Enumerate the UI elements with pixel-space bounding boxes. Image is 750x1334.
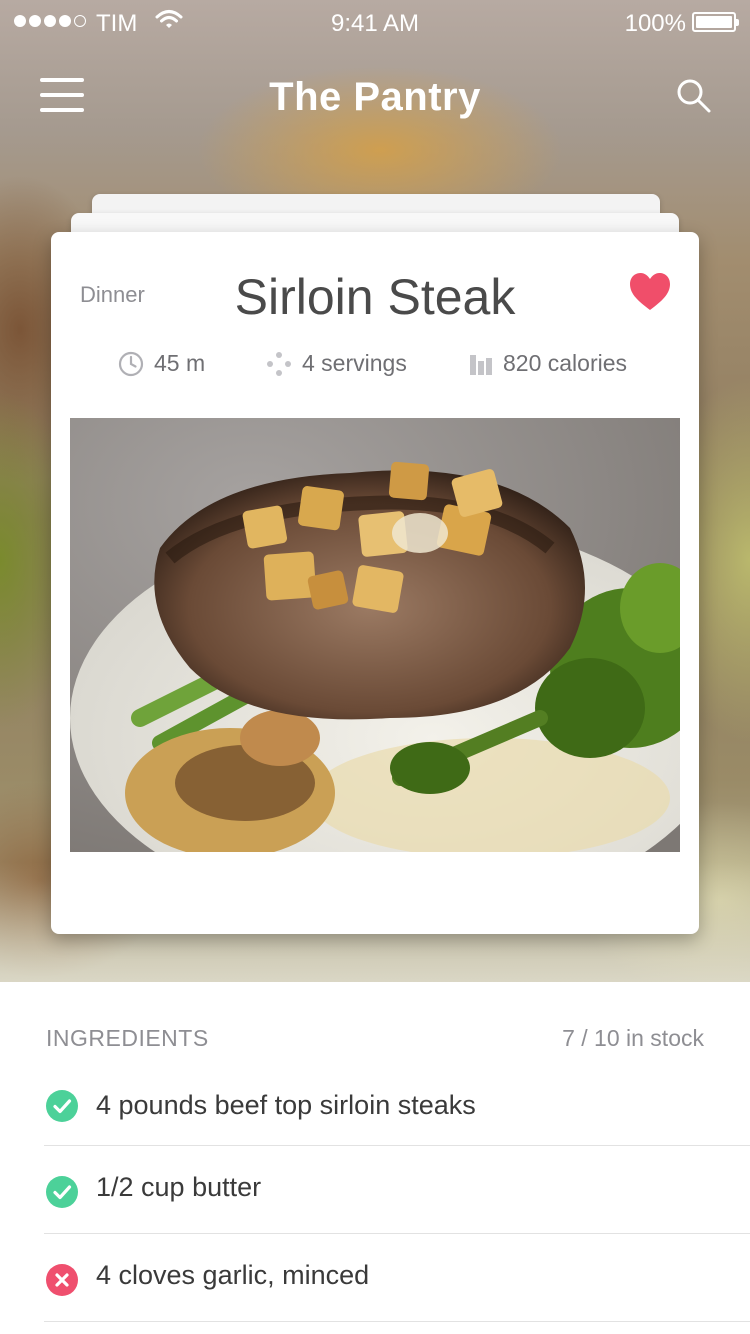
- battery-icon: [692, 12, 739, 32]
- status-bar: TIM 9:41 AM 100%: [0, 0, 750, 44]
- clock-icon: [118, 351, 144, 376]
- servings-value: 4 servings: [302, 350, 407, 376]
- cross-circle-icon: [46, 1264, 78, 1296]
- calories: 820 calories: [469, 350, 627, 377]
- recipe-photo: [70, 418, 680, 852]
- ingredients-list: 4 pounds beef top sirloin steaks 1/2 cup…: [0, 1062, 750, 1322]
- prep-time-value: 45 m: [154, 350, 206, 376]
- calories-value: 820 calories: [503, 350, 628, 376]
- servings: 4 servings: [266, 350, 407, 377]
- ingredient-label: 1/2 cup butter: [96, 1172, 262, 1202]
- recipe-card[interactable]: Dinner Sirloin Steak 45 m 4 servings 820…: [51, 232, 699, 934]
- servings-dots-icon: [267, 351, 291, 376]
- heart-icon: [630, 273, 670, 310]
- prep-time: 45 m: [118, 350, 205, 377]
- ingredient-row[interactable]: 4 cloves garlic, minced: [44, 1234, 750, 1322]
- check-circle-icon: [46, 1090, 78, 1122]
- ingredient-row[interactable]: 4 pounds beef top sirloin steaks: [44, 1062, 750, 1146]
- ingredient-label: 4 pounds beef top sirloin steaks: [96, 1090, 476, 1120]
- ingredients-heading: INGREDIENTS: [46, 1025, 209, 1051]
- search-button[interactable]: [676, 78, 712, 114]
- search-icon: [677, 79, 711, 113]
- ingredients-section: INGREDIENTS 7 / 10 in stock 4 pounds bee…: [0, 982, 750, 1334]
- bar-chart-icon: [470, 354, 492, 375]
- ingredient-label: 4 cloves garlic, minced: [96, 1260, 370, 1290]
- stock-summary: 7 / 10 in stock: [562, 1025, 704, 1051]
- battery-percent: 100%: [624, 10, 686, 37]
- favorite-button[interactable]: [628, 272, 672, 312]
- app-title: The Pantry: [269, 75, 481, 119]
- recipe-title: Sirloin Steak: [234, 269, 516, 325]
- ingredient-row[interactable]: 1/2 cup butter: [44, 1146, 750, 1234]
- check-circle-icon: [46, 1176, 78, 1208]
